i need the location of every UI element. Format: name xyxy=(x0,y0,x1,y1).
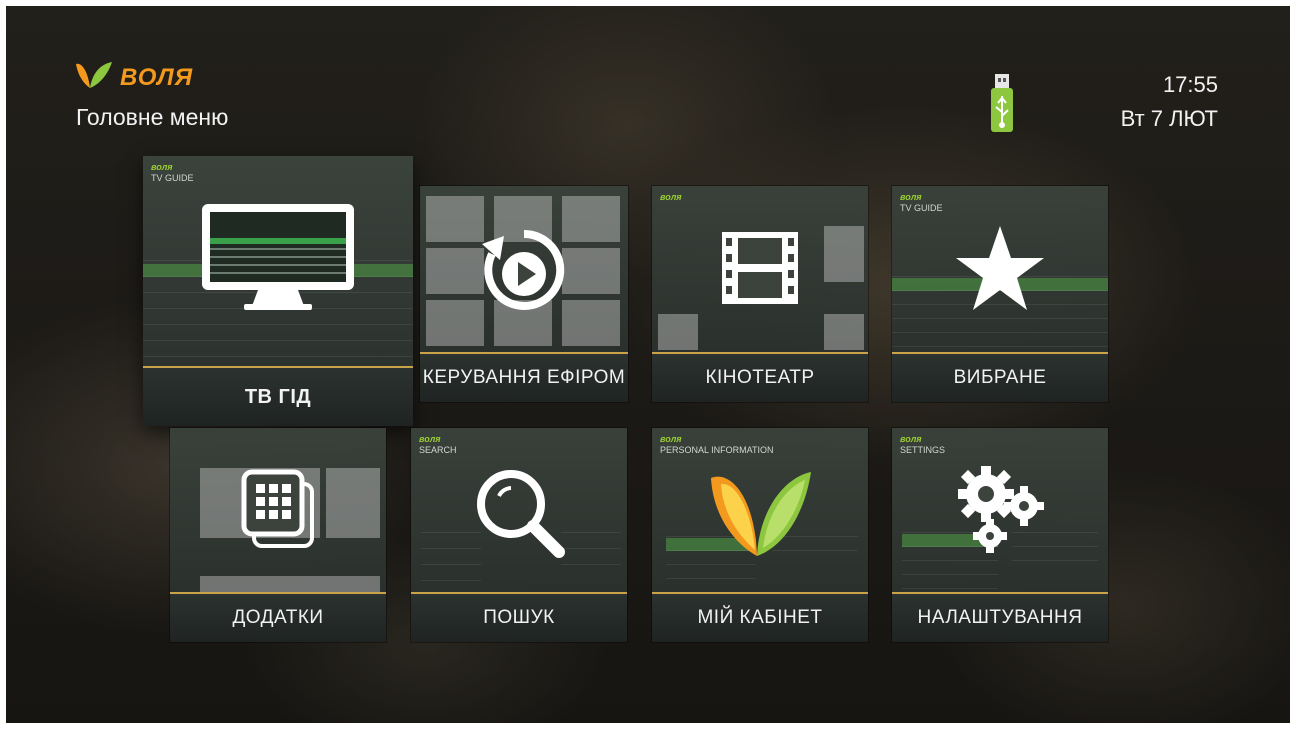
gears-icon xyxy=(958,466,1044,553)
tile-label: ВИБРАНЕ xyxy=(953,367,1047,388)
preview-row xyxy=(892,320,1108,333)
usb-icon xyxy=(991,74,1013,132)
volia-leaf-logo-icon xyxy=(711,472,811,556)
tile-label-bar: ВИБРАНЕ xyxy=(892,352,1108,402)
clock-time: 17:55 xyxy=(1162,72,1218,97)
preview-row xyxy=(143,328,413,341)
preview-row xyxy=(421,568,481,581)
tile-label: КЕРУВАННЯ ЕФІРОМ xyxy=(422,367,626,388)
apps-grid-icon xyxy=(241,469,314,548)
channel-thumb xyxy=(426,248,484,294)
tile-apps[interactable]: ДОДАТКИ xyxy=(170,428,386,642)
preview-row xyxy=(902,562,998,575)
replay-play-icon xyxy=(482,229,565,310)
tile-label: НАЛАШТУВАННЯ xyxy=(917,607,1083,628)
preview-row xyxy=(561,552,621,565)
brand-name: ВОЛЯ xyxy=(120,64,194,91)
channel-thumb xyxy=(426,196,484,242)
volia-logo-icon xyxy=(76,62,112,88)
preview-brand: воля TV GUIDE xyxy=(900,192,943,213)
preview-row xyxy=(561,520,621,533)
poster-thumb xyxy=(824,226,864,282)
channel-thumb xyxy=(562,248,620,294)
tile-settings[interactable]: воля SETTINGS НАЛАШТУВАННЯ xyxy=(892,428,1108,642)
tile-my-cabinet[interactable]: воля PERSONAL INFORMATION МІЙ КАБІНЕТ xyxy=(652,428,868,642)
channel-thumb xyxy=(426,300,484,346)
film-strip-icon xyxy=(722,232,798,304)
tile-label: ДОДАТКИ xyxy=(232,607,324,628)
clock-date: Вт 7 ЛЮТ xyxy=(1120,106,1218,131)
app-thumb xyxy=(326,468,380,538)
tile-label: МІЙ КАБІНЕТ xyxy=(697,607,823,628)
preview-brand: воля TV GUIDE xyxy=(151,162,194,183)
preview-row xyxy=(892,334,1108,347)
preview-brand: воля SEARCH xyxy=(419,434,457,455)
tile-label-bar: НАЛАШТУВАННЯ xyxy=(892,592,1108,642)
tile-label-bar: МІЙ КАБІНЕТ xyxy=(652,592,868,642)
channel-thumb xyxy=(562,196,620,242)
tv-screen: ВОЛЯ Головне меню 17:55 Вт 7 ЛЮТ воля TV … xyxy=(6,6,1290,723)
tile-label: КІНОТЕАТР xyxy=(705,367,815,388)
tile-label-bar: КЕРУВАННЯ ЕФІРОМ xyxy=(420,352,628,402)
page-title: Головне меню xyxy=(76,104,229,130)
monitor-icon xyxy=(202,204,354,310)
preview-brand: воля PERSONAL INFORMATION xyxy=(660,434,774,455)
tile-broadcast-control[interactable]: КЕРУВАННЯ ЕФІРОМ xyxy=(420,186,628,402)
poster-thumb xyxy=(658,314,698,350)
preview-brand: воля xyxy=(660,192,682,202)
preview-row xyxy=(561,536,621,549)
tile-search[interactable]: воля SEARCH ПОШУК xyxy=(411,428,627,642)
preview-row xyxy=(143,344,413,357)
app-thumb xyxy=(200,576,380,592)
tile-label-bar: ТВ ГІД xyxy=(143,366,413,426)
tile-cinema[interactable]: воля КІНОТЕАТР xyxy=(652,186,868,402)
tile-label-bar: ДОДАТКИ xyxy=(170,592,386,642)
channel-thumb xyxy=(562,300,620,346)
tile-label: ПОШУК xyxy=(483,607,555,628)
tile-label-bar: ПОШУК xyxy=(411,592,627,642)
tile-favorites[interactable]: воля TV GUIDE ВИБРАНЕ xyxy=(892,186,1108,402)
star-icon xyxy=(956,226,1044,310)
tile-tv-guide[interactable]: воля TV GUIDE ТВ ГІД xyxy=(143,156,413,426)
tile-label-bar: КІНОТЕАТР xyxy=(652,352,868,402)
tile-label: ТВ ГІД xyxy=(244,385,312,408)
preview-row xyxy=(902,576,998,589)
poster-thumb xyxy=(824,314,864,350)
preview-brand: воля SETTINGS xyxy=(900,434,946,455)
magnifier-icon xyxy=(477,470,565,558)
brand-logo: ВОЛЯ xyxy=(72,58,212,102)
preview-row xyxy=(666,566,756,579)
